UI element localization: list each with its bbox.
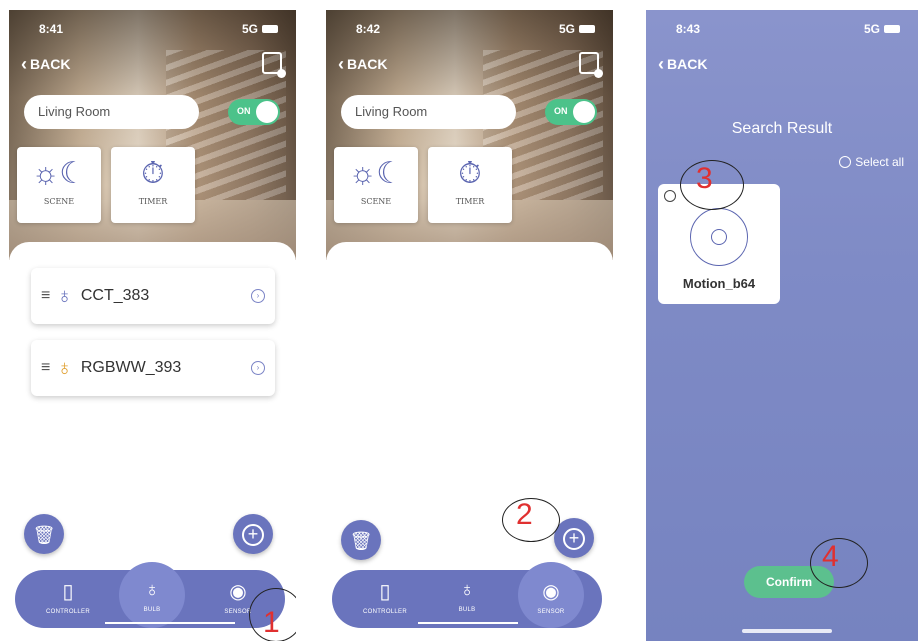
phone-screen-2: 8:42 5G ‹ BACK Living Room ON ☼☾ SCENE ⏱… — [326, 10, 613, 641]
select-all-label: Select all — [855, 155, 904, 169]
signal-indicator: 5G — [863, 22, 880, 36]
home-indicator — [742, 629, 832, 633]
tab-indicator — [105, 622, 235, 624]
chevron-left-icon: ‹ — [658, 54, 664, 74]
power-toggle[interactable]: ON — [228, 99, 280, 125]
trash-icon: 🗑 — [349, 531, 373, 551]
radio-icon — [839, 156, 852, 168]
back-button[interactable]: ‹ BACK — [338, 54, 388, 74]
tab-bulb[interactable]: ♁ BULB — [432, 570, 502, 628]
timer-button[interactable]: ⏱ TIMER — [111, 147, 195, 223]
tab-controller[interactable]: ▯ CONTROLLER — [33, 570, 103, 628]
battery-icon — [579, 25, 595, 33]
select-radio[interactable] — [664, 190, 676, 202]
status-bar: 8:42 5G — [356, 22, 595, 36]
motion-sensor-icon — [690, 208, 748, 266]
delete-button[interactable]: 🗑 — [341, 520, 381, 560]
scene-button[interactable]: ☼☾ SCENE — [17, 147, 101, 223]
sensor-icon: ◉ — [542, 581, 560, 603]
stopwatch-icon: ⏱ — [141, 157, 165, 190]
trash-icon: 🗑 — [32, 525, 56, 545]
add-button[interactable]: + — [233, 514, 273, 554]
select-all-option[interactable]: Select all — [839, 155, 904, 169]
status-bar: 8:43 5G — [676, 22, 900, 36]
annotation-number: 4 — [822, 540, 839, 573]
plus-circle-icon: + — [563, 528, 585, 551]
power-toggle[interactable]: ON — [545, 99, 597, 125]
scene-label: SCENE — [43, 197, 75, 206]
scene-sun-moon-icon: ☼☾ — [31, 157, 87, 190]
bulb-icon: ♁ — [459, 579, 475, 601]
annotation-circle — [810, 538, 868, 588]
battery-icon — [262, 25, 278, 33]
result-name: Motion_b64 — [682, 276, 756, 291]
toggle-label: ON — [554, 106, 568, 116]
status-bar: 8:41 5G — [39, 22, 278, 36]
tab-bulb[interactable]: ♁ BULB — [119, 562, 185, 628]
room-name-field[interactable]: Living Room — [341, 95, 516, 129]
timer-label: TIMER — [138, 197, 168, 206]
timer-button[interactable]: ⏱ TIMER — [428, 147, 512, 223]
drag-handle-icon[interactable]: ≡ — [41, 287, 50, 305]
device-name: CCT_383 — [80, 287, 150, 304]
tab-label: CONTROLLER — [45, 609, 90, 615]
status-time: 8:42 — [356, 22, 381, 36]
drag-handle-icon[interactable]: ≡ — [41, 359, 50, 377]
tab-label: BULB — [143, 607, 161, 613]
signal-indicator: 5G — [558, 22, 575, 36]
image-settings-icon[interactable] — [579, 52, 603, 78]
image-settings-icon[interactable] — [262, 52, 286, 78]
bulb-icon: ♁ — [56, 283, 73, 308]
toggle-label: ON — [237, 106, 251, 116]
toggle-knob — [256, 101, 278, 123]
status-time: 8:43 — [676, 22, 701, 36]
annotation-number: 3 — [696, 162, 713, 195]
bulb-icon: ♁ — [144, 579, 160, 601]
chevron-left-icon: ‹ — [21, 54, 27, 74]
back-label: BACK — [667, 56, 708, 72]
remote-icon: ▯ — [62, 581, 74, 603]
remote-icon: ▯ — [379, 581, 391, 603]
tab-label: BULB — [458, 607, 476, 613]
timer-label: TIMER — [455, 197, 485, 206]
tab-label: SENSOR — [537, 609, 565, 615]
device-card[interactable]: ≡ ♁ RGBWW_393 › — [31, 340, 275, 396]
toggle-knob — [573, 101, 595, 123]
back-label: BACK — [347, 56, 388, 72]
back-button[interactable]: ‹ BACK — [658, 54, 708, 74]
back-button[interactable]: ‹ BACK — [21, 54, 71, 74]
signal-indicator: 5G — [241, 22, 258, 36]
color-bulb-icon: ♁ — [56, 355, 73, 380]
chevron-right-icon[interactable]: › — [251, 361, 265, 375]
tab-indicator — [418, 622, 518, 624]
back-label: BACK — [30, 56, 71, 72]
battery-icon — [884, 25, 900, 33]
device-card[interactable]: ≡ ♁ CCT_383 › — [31, 268, 275, 324]
tab-sensor[interactable]: ◉ SENSOR — [518, 562, 584, 628]
delete-button[interactable]: 🗑 — [24, 514, 64, 554]
add-button[interactable]: + — [554, 518, 594, 558]
tab-controller[interactable]: ▯ CONTROLLER — [350, 570, 420, 628]
chevron-left-icon: ‹ — [338, 54, 344, 74]
scene-sun-moon-icon: ☼☾ — [348, 157, 404, 190]
tab-label: CONTROLLER — [362, 609, 407, 615]
bottom-tab-bar: ▯ CONTROLLER ♁ BULB ◉ SENSOR — [15, 562, 285, 628]
scene-button[interactable]: ☼☾ SCENE — [334, 147, 418, 223]
page-title: Search Result — [731, 120, 833, 137]
chevron-right-icon[interactable]: › — [251, 289, 265, 303]
phone-screen-1: 8:41 5G ‹ BACK Living Room ON ☼☾ SCENE ⏱… — [9, 10, 296, 641]
annotation-number: 1 — [263, 606, 280, 639]
phone-screen-3: 8:43 5G ‹ BACK Search Result Select all … — [646, 10, 918, 641]
bottom-tab-bar: ▯ CONTROLLER ♁ BULB ◉ SENSOR — [332, 562, 602, 628]
stopwatch-icon: ⏱ — [458, 157, 482, 190]
room-name-field[interactable]: Living Room — [24, 95, 199, 129]
plus-circle-icon: + — [242, 524, 264, 547]
scene-label: SCENE — [360, 197, 392, 206]
device-name: RGBWW_393 — [80, 359, 182, 376]
status-time: 8:41 — [39, 22, 64, 36]
annotation-number: 2 — [516, 498, 533, 531]
